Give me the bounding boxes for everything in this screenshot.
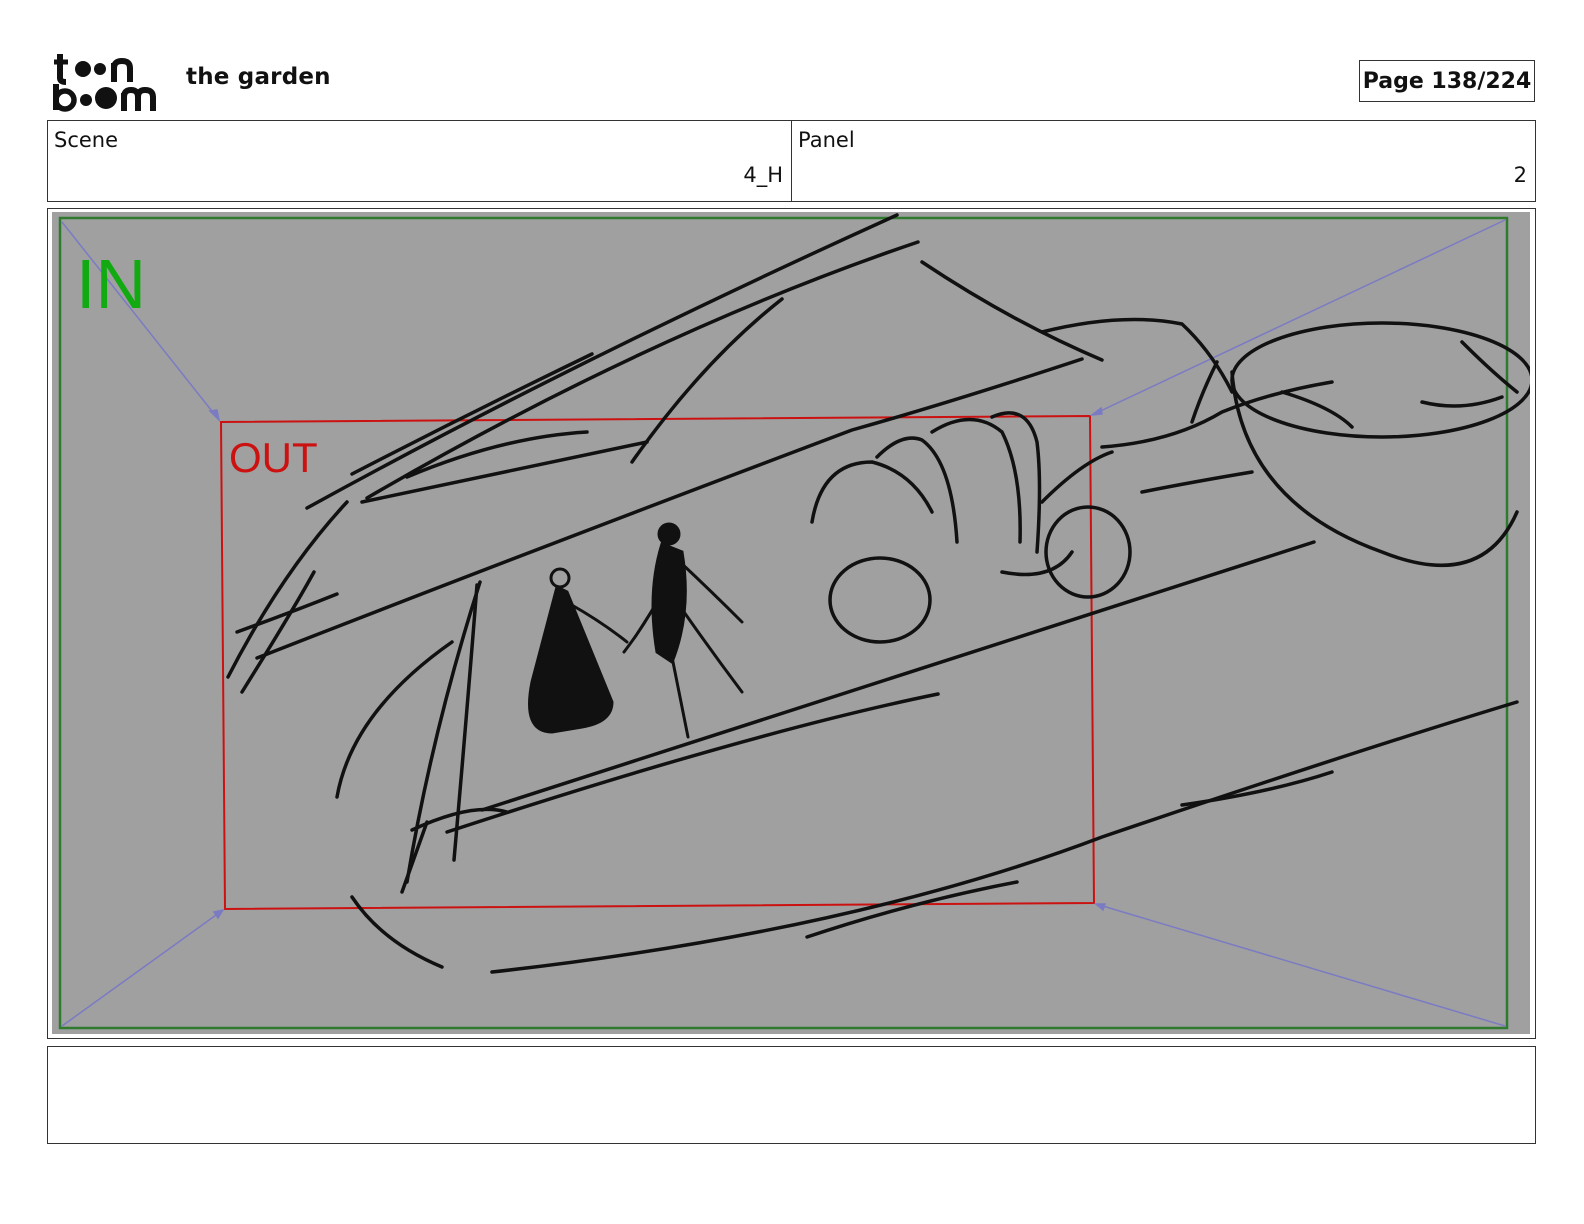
scene-label: Scene bbox=[54, 128, 119, 152]
panel-cell: Panel 2 bbox=[791, 121, 1535, 201]
sketch-strokes bbox=[226, 213, 1530, 974]
toon-boom-logo bbox=[52, 52, 164, 112]
in-camera-frame bbox=[58, 216, 1509, 1030]
scene-value: 4_H bbox=[743, 163, 783, 187]
scene-panel-info: Scene 4_H Panel 2 bbox=[47, 120, 1536, 202]
panel-canvas: IN OUT bbox=[52, 212, 1530, 1034]
panel-sketch: IN OUT bbox=[58, 213, 1530, 1030]
out-camera-frame bbox=[219, 414, 1096, 911]
out-label: OUT bbox=[229, 434, 318, 481]
page-number: Page 138/224 bbox=[1359, 60, 1535, 102]
panel-notes bbox=[47, 1046, 1536, 1144]
panel-label: Panel bbox=[798, 128, 855, 152]
scene-cell: Scene 4_H bbox=[48, 121, 791, 201]
toon-boom-logo-icon bbox=[53, 54, 156, 112]
in-label: IN bbox=[76, 245, 146, 323]
couple-figures bbox=[528, 522, 744, 739]
panel-value: 2 bbox=[1513, 163, 1527, 187]
storyboard-panel: IN OUT bbox=[47, 208, 1536, 1039]
project-title: the garden bbox=[186, 64, 331, 90]
